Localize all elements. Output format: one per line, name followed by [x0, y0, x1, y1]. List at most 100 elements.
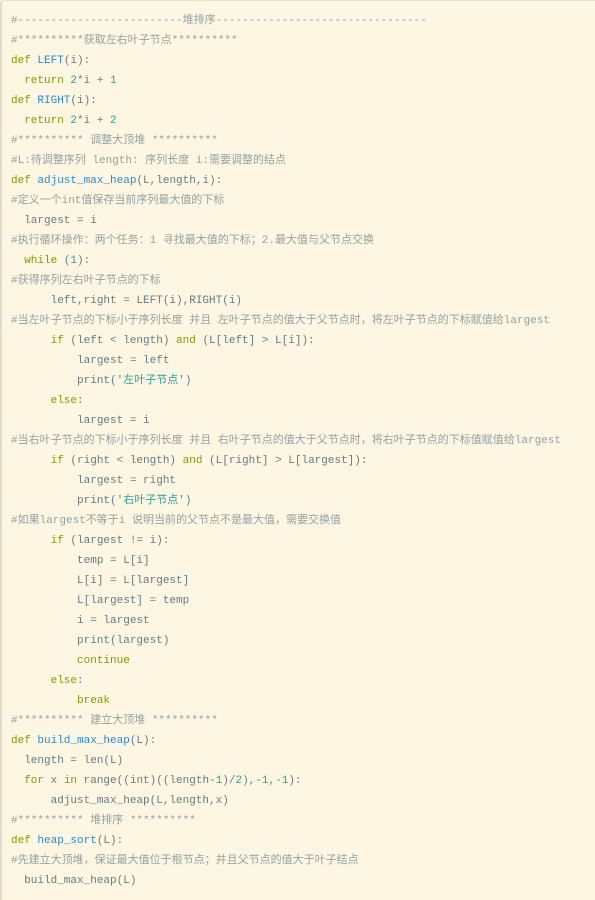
- function-name: heap_sort: [37, 835, 97, 847]
- code-line: temp = L[i]: [11, 551, 595, 571]
- code-line: return 2*i + 2: [11, 111, 595, 131]
- code-line: while (1):: [11, 251, 595, 271]
- keyword: return: [24, 75, 71, 87]
- code-text: i = largest: [11, 615, 150, 627]
- comment: #当右叶子节点的下标小于序列长度 并且 右叶子节点的值大于父节点时，将右叶子节点…: [11, 435, 562, 447]
- string-literal: '右叶子节点': [116, 495, 185, 507]
- code-line: i = largest: [11, 611, 595, 631]
- comment: #定义一个int值保存当前序列最大值的下标: [11, 195, 225, 207]
- comment: #********** 调整大顶堆 **********: [11, 135, 218, 147]
- code-text: temp = L[i]: [11, 555, 150, 567]
- comment: #如果largest不等于i 说明当前的父节点不是最大值，需要交换值: [11, 515, 342, 527]
- function-name: adjust_max_heap: [37, 175, 137, 187]
- code-line: print('右叶子节点'): [11, 491, 595, 511]
- number-literal: 1: [110, 75, 117, 87]
- code-text: (L[right] > L[largest]):: [202, 455, 368, 467]
- code-line: return 2*i + 1: [11, 71, 595, 91]
- code-text: length = len(L): [11, 755, 124, 767]
- code-block: #-------------------------堆排序-----------…: [0, 0, 595, 900]
- code-text: ,-: [268, 775, 282, 787]
- code-line: largest = i: [11, 411, 595, 431]
- code-text: L[i] = L[largest]: [11, 575, 190, 587]
- code-line: if (right < length) and (L[right] > L[la…: [11, 451, 595, 471]
- comment: #先建立大顶堆，保证最大值位于根节点；并且父节点的值大于叶子结点: [11, 855, 359, 867]
- code-text: (L):: [96, 835, 124, 847]
- code-line: L[i] = L[largest]: [11, 571, 595, 591]
- code-text: L[largest] = temp: [11, 595, 190, 607]
- code-line: #执行循环操作：两个任务：1 寻找最大值的下标；2.最大值与父节点交换: [11, 231, 595, 251]
- keyword: while: [24, 255, 58, 267]
- code-line: #当右叶子节点的下标小于序列长度 并且 右叶子节点的值大于父节点时，将右叶子节点…: [11, 431, 595, 451]
- code-line: #-------------------------堆排序-----------…: [11, 11, 595, 31]
- code-line: #L:待调整序列 length: 序列长度 i:需要调整的结点: [11, 151, 595, 171]
- comment: #********** 建立大顶堆 **********: [11, 715, 218, 727]
- code-line: largest = left: [11, 351, 595, 371]
- code-line: #当左叶子节点的下标小于序列长度 并且 左叶子节点的值大于父节点时，将左叶子节点…: [11, 311, 595, 331]
- code-text: ):: [288, 775, 302, 787]
- code-text: :: [77, 395, 84, 407]
- number-literal: 2: [110, 115, 117, 127]
- keyword: for: [24, 775, 45, 787]
- code-line: #如果largest不等于i 说明当前的父节点不是最大值，需要交换值: [11, 511, 595, 531]
- keyword: def: [11, 55, 38, 67]
- code-line: def adjust_max_heap(L,length,i):: [11, 171, 595, 191]
- code-line: #********** 调整大顶堆 **********: [11, 131, 595, 151]
- code-line: print('左叶子节点'): [11, 371, 595, 391]
- keyword: def: [11, 175, 38, 187]
- code-line: #********** 建立大顶堆 **********: [11, 711, 595, 731]
- code-line: else:: [11, 671, 595, 691]
- code-text: print(: [11, 375, 117, 387]
- keyword: return: [24, 115, 71, 127]
- code-text: (L):: [129, 735, 157, 747]
- code-line: print(largest): [11, 631, 595, 651]
- code-line: def build_max_heap(L):: [11, 731, 595, 751]
- code-text: (right < length): [63, 455, 183, 467]
- code-text: *i +: [77, 115, 111, 127]
- code-line: if (largest != i):: [11, 531, 595, 551]
- code-line: length = len(L): [11, 751, 595, 771]
- code-line: largest = i: [11, 211, 595, 231]
- code-text: *i +: [77, 75, 111, 87]
- code-line: #定义一个int值保存当前序列最大值的下标: [11, 191, 595, 211]
- code-line: def LEFT(i):: [11, 51, 595, 71]
- comment: #********** 堆排序 **********: [11, 815, 196, 827]
- code-text: ): [184, 375, 192, 387]
- code-line: #********** 堆排序 **********: [11, 811, 595, 831]
- keyword: def: [11, 835, 38, 847]
- code-text: (L[left] > L[i]):: [195, 335, 315, 347]
- function-name: LEFT: [37, 55, 64, 67]
- keyword: and: [182, 455, 203, 467]
- code-text: left,right = LEFT(i),RIGHT(i): [11, 295, 243, 307]
- keyword: def: [11, 735, 38, 747]
- code-line: else:: [11, 391, 595, 411]
- code-text: (: [57, 255, 71, 267]
- code-text: ): [184, 495, 192, 507]
- comment: #-------------------------堆排序-----------…: [11, 15, 427, 27]
- keyword: if: [50, 455, 64, 467]
- code-line: left,right = LEFT(i),RIGHT(i): [11, 291, 595, 311]
- code-text: (largest != i):: [63, 535, 170, 547]
- code-text: x: [44, 775, 64, 787]
- code-line: adjust_max_heap(L,length,x): [11, 791, 595, 811]
- code-text: ),-: [242, 775, 262, 787]
- code-text: adjust_max_heap(L,length,x): [11, 795, 229, 807]
- code-text: (i):: [70, 95, 97, 107]
- keyword: else: [50, 675, 78, 687]
- function-name: RIGHT: [37, 95, 71, 107]
- keyword: continue: [77, 655, 130, 667]
- code-text: (left < length): [63, 335, 177, 347]
- comment: #当左叶子节点的下标小于序列长度 并且 左叶子节点的值大于父节点时，将左叶子节点…: [11, 315, 551, 327]
- code-text: (i):: [63, 55, 91, 67]
- code-line: largest = right: [11, 471, 595, 491]
- comment: #执行循环操作：两个任务：1 寻找最大值的下标；2.最大值与父节点交换: [11, 235, 375, 247]
- code-line: if (left < length) and (L[left] > L[i]):: [11, 331, 595, 351]
- code-line: build_max_heap(L): [11, 871, 595, 891]
- keyword: break: [77, 695, 111, 707]
- keyword: in: [63, 775, 78, 787]
- comment: #**********获取左右叶子节点**********: [11, 35, 238, 47]
